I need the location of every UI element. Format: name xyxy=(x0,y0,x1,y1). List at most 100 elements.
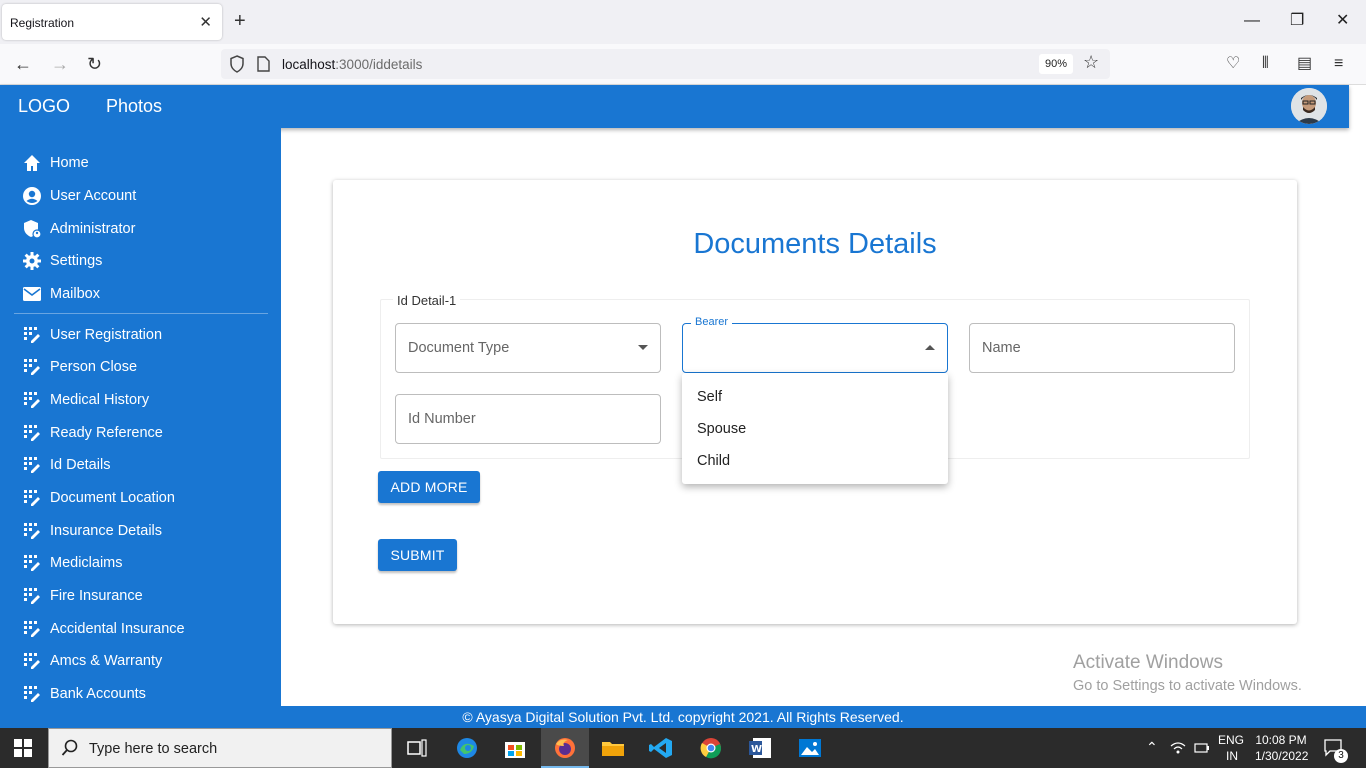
menu-icon[interactable]: ≡ xyxy=(1334,54,1343,74)
firefox-taskbar-active[interactable] xyxy=(541,728,589,768)
sidebar-item-label: Fire Insurance xyxy=(50,588,143,604)
library-icon[interactable]: ⫴ xyxy=(1262,54,1269,74)
reload-icon[interactable]: ↻ xyxy=(87,53,102,75)
edit-list-icon xyxy=(24,621,40,637)
sidebar-item-label: Amcs & Warranty xyxy=(50,653,163,669)
option-label: Child xyxy=(697,453,731,469)
sidebar-toggle-icon[interactable]: ▤ xyxy=(1297,54,1312,74)
bearer-option-spouse[interactable]: Spouse xyxy=(682,413,948,445)
sidebar-item-document-location[interactable]: Document Location xyxy=(0,482,281,512)
url-text[interactable]: localhost:3000/iddetails xyxy=(282,57,422,72)
sidebar-item-label: User Registration xyxy=(50,327,163,343)
tab-title: Registration xyxy=(10,16,75,30)
edit-list-icon xyxy=(24,686,40,702)
sidebar-item-label: Settings xyxy=(50,253,103,269)
sidebar-item-label: Medical History xyxy=(50,392,150,408)
new-tab-icon[interactable]: + xyxy=(234,10,246,32)
footer: © Ayasya Digital Solution Pvt. Ltd. copy… xyxy=(0,706,1366,728)
svg-text:W: W xyxy=(751,744,762,755)
admin-shield-icon xyxy=(24,220,42,239)
id-number-field[interactable]: Id Number xyxy=(395,394,661,444)
pocket-icon[interactable]: ♡ xyxy=(1226,54,1240,74)
edit-list-icon xyxy=(24,490,40,506)
sidebar-item-fire-insurance[interactable]: Fire Insurance xyxy=(0,580,281,610)
mail-icon xyxy=(23,287,41,301)
bookmark-star-icon[interactable]: ☆ xyxy=(1083,52,1099,73)
sidebar-item-person-close[interactable]: Person Close xyxy=(0,351,281,381)
photos-link[interactable]: Photos xyxy=(106,96,162,117)
account-circle-icon xyxy=(23,187,41,205)
sidebar-item-label: Ready Reference xyxy=(50,425,163,441)
file-explorer-icon[interactable] xyxy=(600,736,626,760)
lang-line2: IN xyxy=(1226,749,1238,763)
minimize-icon[interactable]: — xyxy=(1244,11,1260,31)
sidebar-item-mediclaims[interactable]: Mediclaims xyxy=(0,547,281,577)
sidebar-item-bank-accounts[interactable]: Bank Accounts xyxy=(0,678,281,708)
sidebar-item-ready-reference[interactable]: Ready Reference xyxy=(0,417,281,447)
sidebar-item-accidental-insurance[interactable]: Accidental Insurance xyxy=(0,613,281,643)
firefox-icon xyxy=(555,738,575,758)
sidebar-item-label: Document Location xyxy=(50,490,175,506)
language-indicator[interactable]: ENG IN xyxy=(1218,733,1244,763)
vscode-icon[interactable] xyxy=(648,736,674,760)
browser-tab-bar: Registration ✕ + — ❐ ✕ xyxy=(0,0,1366,44)
forward-icon[interactable]: → xyxy=(51,53,69,75)
edit-list-icon xyxy=(24,523,40,539)
sidebar-item-insurance-details[interactable]: Insurance Details xyxy=(0,515,281,545)
page-icon xyxy=(257,56,270,72)
sidebar: Home User Account Administrator Settings… xyxy=(0,128,281,706)
edit-list-icon xyxy=(24,327,40,343)
close-tab-icon[interactable]: ✕ xyxy=(199,13,212,31)
url-bar[interactable]: localhost:3000/iddetails 90% ☆ xyxy=(221,49,1110,79)
avatar[interactable] xyxy=(1291,88,1327,124)
zoom-level[interactable]: 90% xyxy=(1039,54,1073,74)
taskbar-search-box[interactable]: Type here to search xyxy=(48,728,392,768)
shield-icon[interactable] xyxy=(229,55,245,73)
store-icon[interactable] xyxy=(502,736,528,760)
page-title: Documents Details xyxy=(693,228,937,260)
sidebar-item-mailbox[interactable]: Mailbox xyxy=(0,278,281,308)
bearer-label: Bearer xyxy=(691,316,733,328)
sidebar-item-user-account[interactable]: User Account xyxy=(0,180,281,210)
fieldset-legend: Id Detail-1 xyxy=(393,293,461,308)
option-label: Spouse xyxy=(697,421,747,437)
edit-list-icon xyxy=(24,588,40,604)
home-icon xyxy=(24,155,40,171)
bearer-select[interactable]: Bearer xyxy=(682,316,948,373)
edge-icon[interactable] xyxy=(454,736,480,760)
sidebar-item-home[interactable]: Home xyxy=(0,147,281,177)
add-more-button[interactable]: ADD MORE xyxy=(378,471,480,503)
sidebar-item-id-details[interactable]: Id Details xyxy=(0,449,281,479)
sidebar-item-label: Accidental Insurance xyxy=(50,621,185,637)
clock[interactable]: 10:08 PM 1/30/2022 xyxy=(1255,733,1308,763)
task-view-icon[interactable] xyxy=(404,736,430,760)
sidebar-item-user-registration[interactable]: User Registration xyxy=(0,319,281,349)
document-type-select[interactable]: Document Type xyxy=(395,323,661,373)
bearer-option-child[interactable]: Child xyxy=(682,445,948,477)
app-logo[interactable]: LOGO xyxy=(18,96,70,117)
sidebar-item-amcs-warranty[interactable]: Amcs & Warranty xyxy=(0,645,281,675)
app-header: LOGO Photos xyxy=(0,85,1349,128)
word-icon[interactable]: W xyxy=(747,736,773,760)
windows-start-icon[interactable] xyxy=(14,739,32,757)
back-icon[interactable]: ← xyxy=(14,53,32,75)
tray-chevron-icon[interactable]: ⌃ xyxy=(1146,739,1158,756)
bearer-option-self[interactable]: Self xyxy=(682,381,948,413)
sidebar-item-settings[interactable]: Settings xyxy=(0,245,281,275)
search-placeholder: Type here to search xyxy=(89,741,218,757)
submit-button[interactable]: SUBMIT xyxy=(378,539,457,571)
sidebar-item-administrator[interactable]: Administrator xyxy=(0,213,281,243)
battery-icon[interactable] xyxy=(1194,742,1210,754)
close-window-icon[interactable]: ✕ xyxy=(1336,11,1349,31)
id-number-placeholder: Id Number xyxy=(408,411,476,427)
sidebar-item-medical-history[interactable]: Medical History xyxy=(0,384,281,414)
sidebar-item-label: User Account xyxy=(50,188,137,204)
chrome-icon[interactable] xyxy=(698,736,724,760)
caret-down-icon xyxy=(638,345,648,350)
photos-app-icon[interactable] xyxy=(797,736,823,760)
restore-icon[interactable]: ❐ xyxy=(1290,11,1304,31)
name-field[interactable]: Name xyxy=(969,323,1235,373)
browser-tab[interactable]: Registration ✕ xyxy=(2,4,222,40)
search-icon xyxy=(61,739,78,756)
network-icon[interactable] xyxy=(1170,741,1186,755)
